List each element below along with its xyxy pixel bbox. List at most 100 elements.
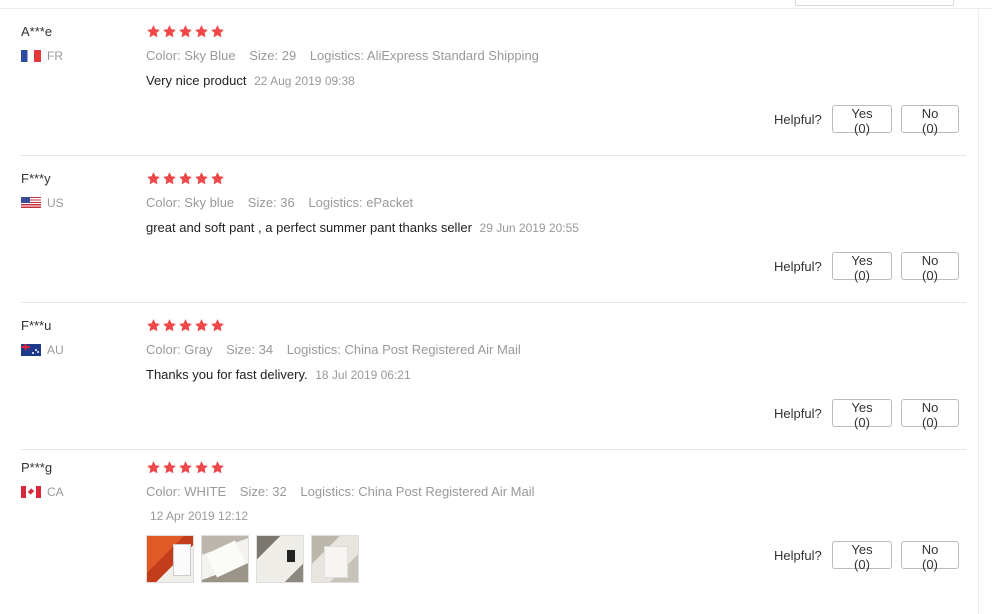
star-icon [162,460,177,475]
review-item: A***e FR Color: Sky Blue Size: 29 Logist… [0,24,966,136]
review-date: 12 Apr 2019 12:12 [150,509,249,523]
star-icon [194,318,209,333]
star-icon [178,24,193,39]
star-icon [210,460,225,475]
attr-color: Color: Sky blue [146,195,235,210]
reviewer-name: A***e [21,24,53,39]
review-item: P***g CA Color: WHITE Size: 32 Logistics… [0,460,966,600]
star-icon [210,171,225,186]
helpful-vote: Helpful? Yes (0) No (0) [774,541,959,572]
reviewer-info: P***g CA [21,460,64,499]
helpful-label: Helpful? [774,111,822,127]
reviewer-country: US [21,196,64,210]
review-date: 29 Jun 2019 20:55 [479,221,579,235]
review-divider [21,302,966,303]
attr-color: Color: WHITE [146,484,227,499]
star-icon [194,171,209,186]
star-icon [194,460,209,475]
attr-logistics: Logistics: China Post Registered Air Mai… [300,484,535,499]
star-rating [146,460,225,476]
attr-size: Size: 32 [239,484,287,499]
review-photos [146,535,359,583]
review-photo-thumbnail[interactable] [146,535,194,583]
helpful-no-button[interactable]: No (0) [901,541,959,572]
order-attributes: Color: WHITE Size: 32 Logistics: China P… [146,483,545,501]
attr-logistics: Logistics: AliExpress Standard Shipping [309,48,539,63]
helpful-label: Helpful? [774,405,822,421]
reviewer-name: F***u [21,318,52,333]
country-code: US [47,196,64,210]
attr-logistics: Logistics: ePacket [308,195,414,210]
comment-text: Very nice product [146,73,247,88]
star-rating [146,24,225,40]
reviewer-country: FR [21,49,63,63]
helpful-no-button[interactable]: No (0) [901,399,959,430]
reviewer-name: P***g [21,460,53,475]
star-icon [194,24,209,39]
attr-logistics: Logistics: China Post Registered Air Mai… [286,342,521,357]
helpful-vote: Helpful? Yes (0) No (0) [774,399,959,430]
helpful-no-button[interactable]: No (0) [901,252,959,283]
star-rating [146,171,225,187]
order-attributes: Color: Sky blue Size: 36 Logistics: ePac… [146,194,423,212]
country-code: CA [47,485,64,499]
country-code: AU [47,343,64,357]
review-item: F***u AU Color: Gray Size: 34 Logistics:… [0,318,966,430]
helpful-vote: Helpful? Yes (0) No (0) [774,105,959,136]
helpful-label: Helpful? [774,547,822,563]
review-comment: Thanks you for fast delivery. 18 Jul 201… [146,366,411,384]
reviewer-info: F***y US [21,171,64,210]
star-icon [162,318,177,333]
comment-text: great and soft pant , a perfect summer p… [146,220,472,235]
star-icon [146,460,161,475]
flag-au-icon [21,344,41,356]
attr-size: Size: 29 [249,48,297,63]
review-comment: Very nice product 22 Aug 2019 09:38 [146,72,355,90]
review-photo-thumbnail[interactable] [201,535,249,583]
star-icon [178,318,193,333]
star-icon [146,318,161,333]
flag-ca-icon [21,486,41,498]
country-code: FR [47,49,63,63]
attr-size: Size: 34 [226,342,274,357]
order-attributes: Color: Sky Blue Size: 29 Logistics: AliE… [146,47,549,65]
reviewer-name: F***y [21,171,51,186]
star-icon [162,171,177,186]
helpful-yes-button[interactable]: Yes (0) [832,105,892,136]
toolbar-strip [0,0,992,9]
review-photo-thumbnail[interactable] [311,535,359,583]
star-icon [210,24,225,39]
flag-fr-icon [21,50,41,62]
attr-color: Color: Sky Blue [146,48,236,63]
helpful-yes-button[interactable]: Yes (0) [832,252,892,283]
order-attributes: Color: Gray Size: 34 Logistics: China Po… [146,341,531,359]
flag-us-icon [21,197,41,209]
review-comment: great and soft pant , a perfect summer p… [146,219,579,237]
star-icon [146,24,161,39]
attr-color: Color: Gray [146,342,213,357]
review-date: 22 Aug 2019 09:38 [254,74,355,88]
review-item: F***y US Color: Sky blue Size: 36 Logist… [0,171,966,283]
comment-text: Thanks you for fast delivery. [146,367,308,382]
review-date: 18 Jul 2019 06:21 [315,368,411,382]
star-icon [178,460,193,475]
helpful-yes-button[interactable]: Yes (0) [832,399,892,430]
reviewer-info: A***e FR [21,24,63,63]
star-icon [146,171,161,186]
star-rating [146,318,225,334]
review-divider [21,449,966,450]
helpful-vote: Helpful? Yes (0) No (0) [774,252,959,283]
reviewer-country: CA [21,485,64,499]
review-photo-thumbnail[interactable] [256,535,304,583]
helpful-yes-button[interactable]: Yes (0) [832,541,892,572]
star-icon [210,318,225,333]
review-divider [21,155,966,156]
attr-size: Size: 36 [247,195,295,210]
sort-dropdown[interactable] [795,0,954,6]
star-icon [162,24,177,39]
star-icon [178,171,193,186]
reviewer-country: AU [21,343,64,357]
helpful-label: Helpful? [774,258,822,274]
helpful-no-button[interactable]: No (0) [901,105,959,136]
panel-border [978,9,979,614]
